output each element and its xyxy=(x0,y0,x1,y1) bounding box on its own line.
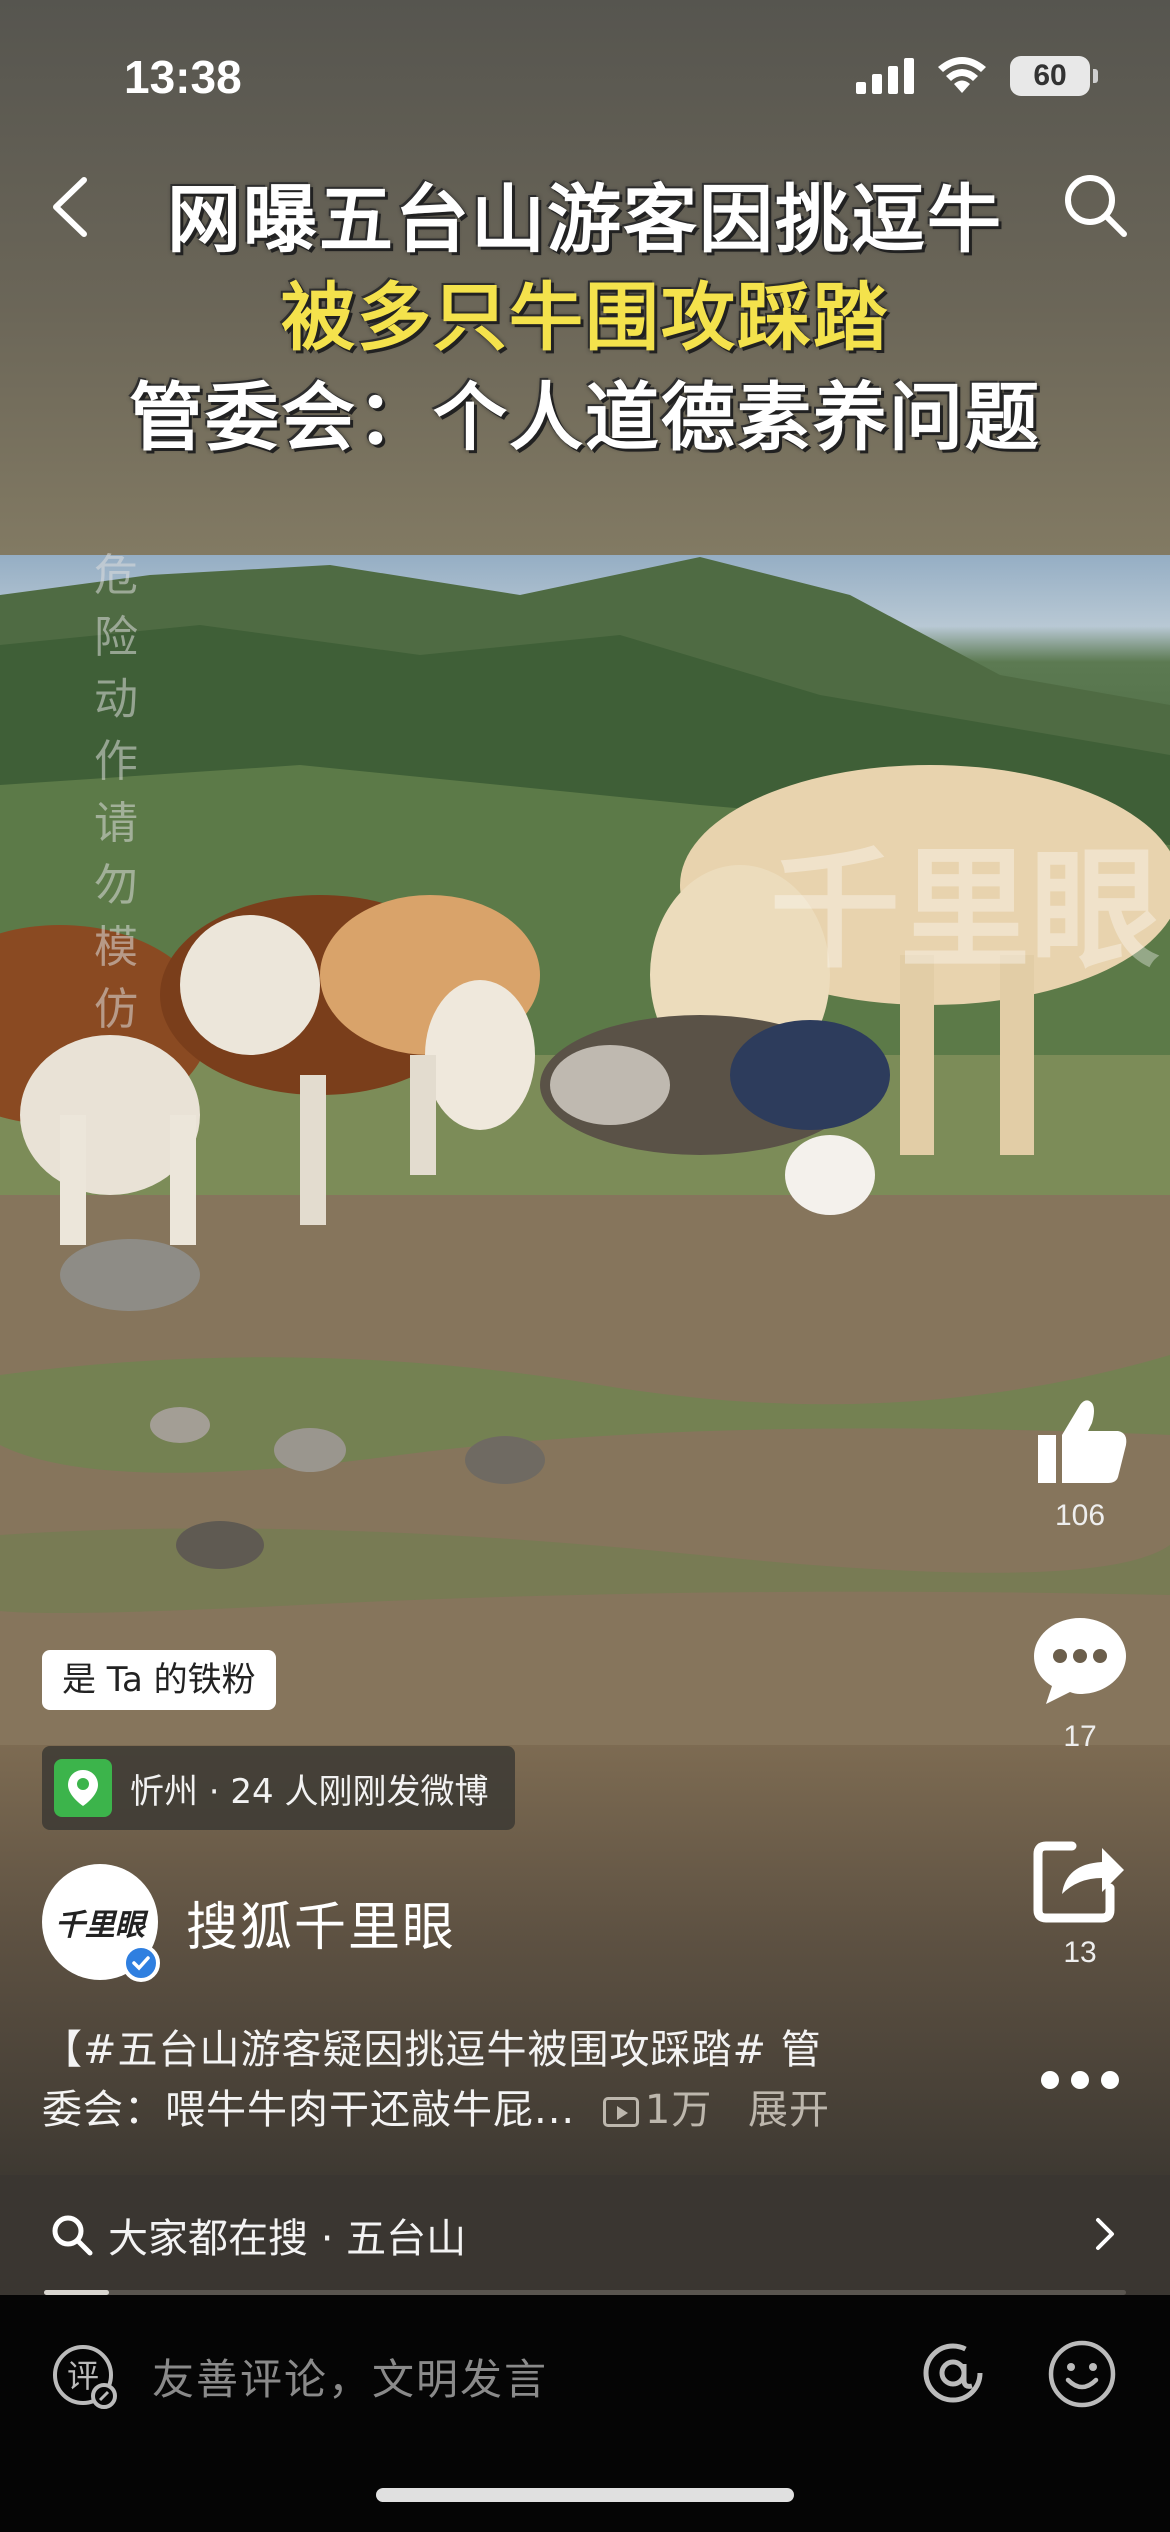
status-icons: 60 xyxy=(856,54,1098,98)
search-icon xyxy=(52,2215,93,2256)
play-icon xyxy=(602,2097,639,2127)
home-indicator[interactable] xyxy=(376,2488,794,2502)
author-name[interactable]: 搜狐千里眼 xyxy=(186,1885,456,1960)
headline-line-1: 网曝五台山游客因挑逗牛 xyxy=(167,177,1003,263)
danger-warning-text: 危险动作 请勿模仿 xyxy=(94,550,138,1035)
avatar-logo-text: 千里眼 xyxy=(55,1908,145,1943)
comment-button[interactable]: 17 xyxy=(1020,1612,1140,1754)
caption-line-2: 委会：喂牛牛肉干还敲牛屁... 1万 展开 xyxy=(42,2080,922,2140)
comment-compose-icon[interactable]: 评 xyxy=(50,2342,120,2412)
comment-count: 17 xyxy=(1063,1720,1097,1753)
more-button[interactable] xyxy=(1020,2060,1140,2104)
status-time: 13:38 xyxy=(124,51,242,103)
comment-bubble-icon xyxy=(1034,1618,1126,1704)
comment-placeholder[interactable]: 友善评论，文明发言 xyxy=(152,2346,548,2407)
thumbs-up-icon xyxy=(1038,1400,1127,1483)
more-dots-icon xyxy=(1041,2071,1119,2089)
hot-search-label: 大家都在搜 · 五台山 xyxy=(108,2216,467,2262)
hot-search-bar[interactable]: 大家都在搜 · 五台山 xyxy=(50,2200,1120,2270)
like-count: 106 xyxy=(1054,1499,1106,1532)
headline-line-2: 被多只牛围攻踩踏 xyxy=(281,275,889,361)
fan-badge: 是 Ta 的铁粉 xyxy=(42,1650,276,1710)
share-count: 13 xyxy=(1063,1936,1097,1969)
post-caption[interactable]: 【#五台山游客疑因挑逗牛被围攻踩踏# 管 委会：喂牛牛肉干还敲牛屁... 1万 … xyxy=(42,2020,922,2140)
headline-line-3: 管委会：个人道德素养问题 xyxy=(129,375,1041,461)
caption-text: 委会：喂牛牛肉干还敲牛屁... xyxy=(42,2087,576,2133)
share-button[interactable]: 13 xyxy=(1020,1834,1140,1970)
video-feed-screen: 千里眼 13:38 60 网曝五台山游客因挑逗牛 被多只牛围攻踩踏 管委会：个人… xyxy=(0,0,1170,2532)
mention-at-icon[interactable] xyxy=(918,2338,988,2408)
share-icon xyxy=(1033,1841,1124,1923)
wifi-icon xyxy=(938,57,986,93)
comment-input-bar[interactable]: 评 友善评论，文明发言 xyxy=(0,2330,1170,2420)
video-scene: 千里眼 xyxy=(0,557,1170,1745)
cellular-signal-icon xyxy=(856,58,914,94)
watermark-text: 千里眼 xyxy=(770,834,1160,986)
view-count-meta: 1万 xyxy=(589,2087,726,2133)
author-row[interactable]: 千里眼 搜狐千里眼 xyxy=(42,1864,456,1982)
chevron-right-icon xyxy=(1096,2218,1114,2250)
view-count: 1万 xyxy=(644,2087,713,2133)
expand-link[interactable]: 展开 xyxy=(748,2087,830,2133)
location-pin-icon xyxy=(54,1759,112,1817)
verified-badge-icon xyxy=(122,1944,160,1982)
caption-line-1: 【#五台山游客疑因挑逗牛被围攻踩踏# 管 xyxy=(42,2027,822,2073)
battery-indicator: 60 xyxy=(1010,56,1098,96)
location-text: 忻州 · 24 人刚刚发微博 xyxy=(130,1771,489,1812)
like-button[interactable]: 106 xyxy=(1020,1395,1140,1533)
emoji-icon[interactable] xyxy=(1046,2338,1118,2410)
author-avatar[interactable]: 千里眼 xyxy=(42,1864,160,1982)
video-player[interactable]: 千里眼 xyxy=(0,555,1170,1745)
location-chip[interactable]: 忻州 · 24 人刚刚发微博 xyxy=(42,1746,515,1830)
